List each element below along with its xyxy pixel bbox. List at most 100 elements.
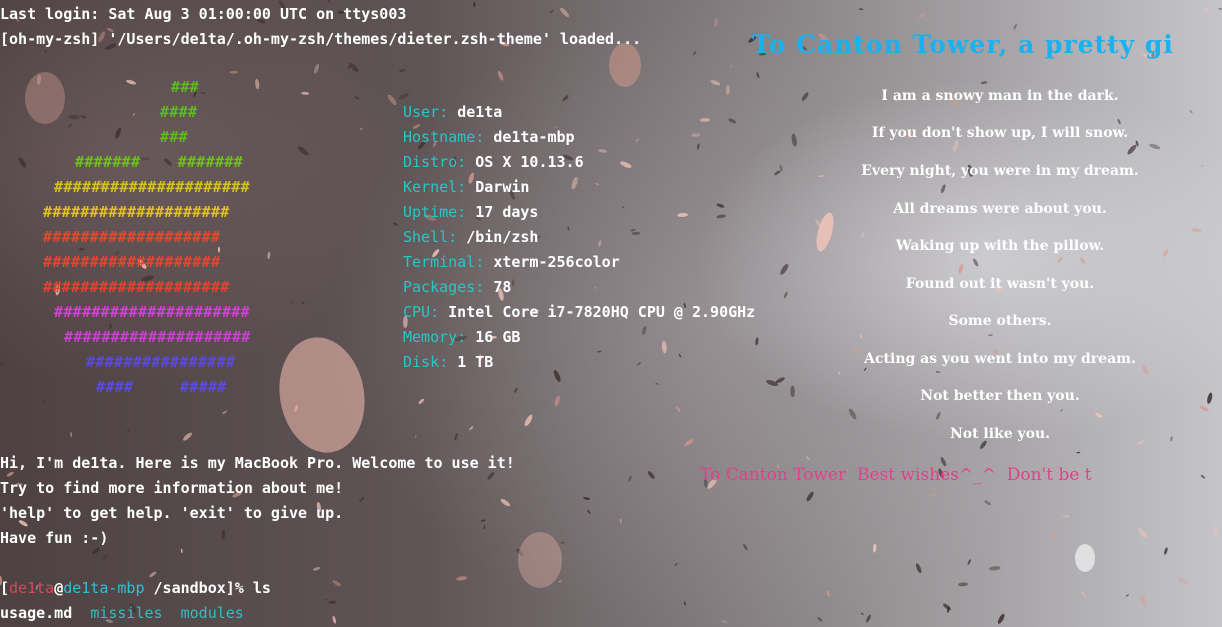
petal <box>780 263 789 275</box>
petal <box>418 398 425 405</box>
petal <box>290 300 293 304</box>
petal <box>1164 547 1168 555</box>
petal <box>943 603 951 611</box>
petal <box>935 370 941 374</box>
petal <box>714 18 718 27</box>
petal <box>691 133 701 137</box>
info-key: Packages: <box>403 278 494 296</box>
petal <box>200 92 206 95</box>
blurred-petal <box>279 337 365 453</box>
petal <box>598 240 602 247</box>
ls-dir: missiles <box>90 604 163 622</box>
logo-row: ################### <box>43 228 221 246</box>
info-value: OS X 10.13.6 <box>475 153 584 171</box>
welcome-line: Have fun :-) <box>0 529 109 547</box>
petal <box>1218 8 1222 10</box>
petal <box>1177 577 1189 585</box>
petal <box>743 543 748 551</box>
welcome-line: 'help' to get help. 'exit' to give up. <box>0 504 344 522</box>
petal <box>848 408 857 420</box>
petal <box>1051 532 1056 540</box>
petal <box>255 78 260 90</box>
info-key: CPU: <box>403 303 449 321</box>
petal <box>180 548 183 554</box>
petal <box>642 325 647 336</box>
petal <box>68 123 72 128</box>
petal <box>678 353 682 358</box>
petal <box>728 118 737 124</box>
prompt-bracket: [ <box>0 579 10 597</box>
poem-title: To Canton Tower, a pretty gi <box>752 30 1174 59</box>
petal <box>399 69 406 73</box>
petal <box>806 456 810 460</box>
petal <box>1127 144 1137 155</box>
petal <box>267 251 271 260</box>
shell-prompt[interactable]: [de1ta@de1ta-mbp /sandbox]% ls <box>0 576 271 601</box>
petal <box>628 475 632 482</box>
info-row-hostname: Hostname: de1ta-mbp <box>403 125 575 150</box>
command-input[interactable]: ls <box>253 579 271 597</box>
petal <box>43 398 46 403</box>
petal <box>567 226 570 231</box>
petal <box>720 620 728 624</box>
poem-line: Found out it wasn't you. <box>905 276 1095 292</box>
petal <box>1060 408 1063 412</box>
info-value: de1ta-mbp <box>493 128 575 146</box>
logo-row: ### <box>160 128 188 146</box>
petal <box>815 219 821 227</box>
petal <box>866 614 871 623</box>
petal <box>332 580 341 587</box>
welcome-line: Try to find more information about me! <box>0 479 344 497</box>
petal <box>229 70 238 74</box>
petal <box>826 590 830 597</box>
petal <box>710 80 721 86</box>
petal <box>696 143 700 150</box>
info-row-kernel: Kernel: Darwin <box>403 175 529 200</box>
petal <box>864 367 867 371</box>
petal <box>132 112 135 117</box>
petal <box>222 410 228 415</box>
petal <box>313 567 321 571</box>
petal <box>635 138 639 142</box>
info-value: Intel Core i7-7820HQ CPU @ 2.90GHz <box>448 303 756 321</box>
info-row-memory: Memory: 16 GB <box>403 325 520 350</box>
logo-row: ################### <box>43 253 221 271</box>
prompt-host: de1ta-mbp <box>63 579 145 597</box>
petal <box>469 426 474 431</box>
petal <box>554 395 560 407</box>
logo-row: #################### <box>43 203 230 221</box>
petal <box>806 491 814 502</box>
petal <box>313 63 320 74</box>
petal <box>755 337 759 346</box>
petal <box>674 562 678 567</box>
petal <box>958 263 963 274</box>
petal <box>1140 593 1147 607</box>
logo-row: ##################### <box>54 178 250 196</box>
blurred-petal <box>1075 544 1095 572</box>
info-value: de1ta <box>457 103 503 121</box>
petal <box>583 496 591 501</box>
petal <box>415 434 417 439</box>
petal <box>661 340 667 354</box>
ls-file: usage.md <box>0 604 73 622</box>
info-key: Hostname: <box>403 128 494 146</box>
petal <box>524 414 533 427</box>
petal <box>516 548 524 556</box>
petal <box>1213 526 1219 538</box>
petal <box>784 291 788 299</box>
petal <box>858 8 864 11</box>
logo-row: ####### ####### <box>75 153 243 171</box>
petal <box>1094 412 1103 418</box>
petal <box>297 146 309 156</box>
poem-line: Not like you. <box>949 426 1051 442</box>
petal <box>349 63 359 72</box>
petal <box>560 7 569 17</box>
petal <box>393 222 398 226</box>
petal <box>683 601 687 606</box>
petal <box>989 566 1001 571</box>
petal <box>647 471 655 479</box>
petal <box>779 164 783 172</box>
petal <box>1081 591 1087 598</box>
petal <box>595 182 599 186</box>
poem-line: Some others. <box>948 313 1052 329</box>
